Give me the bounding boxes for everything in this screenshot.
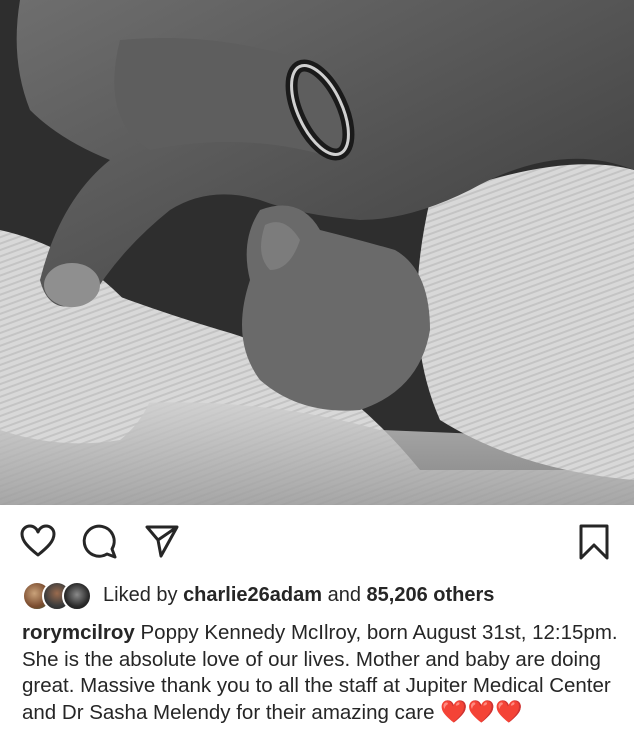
comment-icon[interactable] (82, 524, 118, 560)
post-container: Liked by charlie26adam and 85,206 others… (0, 0, 634, 725)
share-icon[interactable] (144, 523, 180, 559)
avatar (62, 581, 92, 611)
liker-avatars[interactable] (22, 581, 94, 611)
bookmark-icon[interactable] (578, 523, 610, 561)
likes-row: Liked by charlie26adam and 85,206 others (0, 575, 634, 615)
post-caption: rorymcilroy Poppy Kennedy McIlroy, born … (22, 620, 622, 726)
caption-username[interactable]: rorymcilroy (22, 621, 135, 644)
likes-middle: and (322, 584, 367, 606)
liker-username[interactable]: charlie26adam (183, 584, 322, 606)
photo-illustration (0, 0, 634, 505)
heart-icon[interactable] (20, 524, 56, 558)
likes-summary[interactable]: Liked by charlie26adam and 85,206 others (103, 584, 494, 607)
heart-emojis: ❤️❤️❤️ (440, 699, 523, 725)
post-actions-bar (0, 505, 634, 577)
post-photo[interactable] (0, 0, 634, 505)
likes-count[interactable]: 85,206 others (367, 584, 495, 606)
likes-prefix: Liked by (103, 584, 184, 606)
